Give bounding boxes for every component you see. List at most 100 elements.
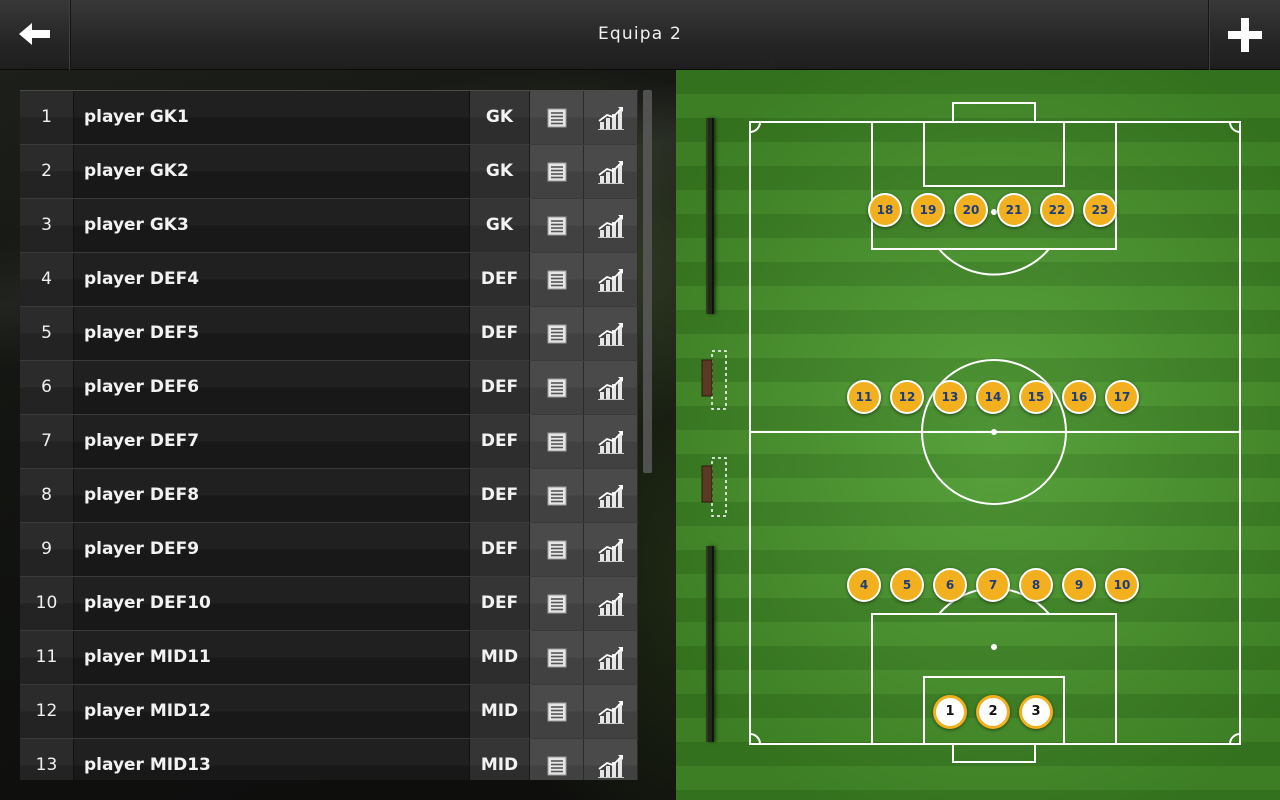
list-icon	[547, 648, 566, 667]
player-token[interactable]: 5	[890, 568, 924, 602]
player-token[interactable]: 6	[933, 568, 967, 602]
player-name: player DEF10	[74, 577, 470, 630]
player-position: DEF	[470, 523, 530, 576]
player-row[interactable]: 6 player DEF6 DEF	[20, 361, 638, 415]
stats-button[interactable]	[584, 739, 638, 780]
player-token[interactable]: 19	[911, 193, 945, 227]
bench-top	[706, 118, 714, 314]
list-icon	[547, 162, 566, 181]
stats-button[interactable]	[584, 145, 638, 198]
list-icon	[547, 432, 566, 451]
list-icon	[547, 108, 566, 127]
list-icon	[547, 378, 566, 397]
player-number: 11	[20, 631, 74, 684]
player-row[interactable]: 5 player DEF5 DEF	[20, 307, 638, 361]
player-token[interactable]: 20	[954, 193, 988, 227]
list-icon	[547, 594, 566, 613]
list-icon	[547, 324, 566, 343]
details-button[interactable]	[530, 577, 584, 630]
details-button[interactable]	[530, 145, 584, 198]
list-icon	[547, 216, 566, 235]
player-name: player GK3	[74, 199, 470, 252]
bench-bottom	[706, 546, 714, 742]
player-token[interactable]: 2	[976, 695, 1010, 729]
player-position: DEF	[470, 469, 530, 522]
player-position: DEF	[470, 577, 530, 630]
player-name: player DEF4	[74, 253, 470, 306]
stats-chart-icon	[597, 430, 624, 454]
stats-button[interactable]	[584, 631, 638, 684]
details-button[interactable]	[530, 415, 584, 468]
player-row[interactable]: 10 player DEF10 DEF	[20, 577, 638, 631]
stats-button[interactable]	[584, 307, 638, 360]
player-row[interactable]: 2 player GK2 GK	[20, 145, 638, 199]
player-row[interactable]: 7 player DEF7 DEF	[20, 415, 638, 469]
stats-chart-icon	[597, 322, 624, 346]
player-token[interactable]: 4	[847, 568, 881, 602]
stats-button[interactable]	[584, 361, 638, 414]
stats-chart-icon	[597, 214, 624, 238]
player-number: 7	[20, 415, 74, 468]
list-scrollbar[interactable]	[643, 90, 652, 473]
stats-button[interactable]	[584, 469, 638, 522]
details-button[interactable]	[530, 523, 584, 576]
player-row[interactable]: 11 player MID11 MID	[20, 631, 638, 685]
player-number: 6	[20, 361, 74, 414]
details-button[interactable]	[530, 361, 584, 414]
player-token[interactable]: 16	[1062, 380, 1096, 414]
player-token[interactable]: 1	[933, 695, 967, 729]
player-row[interactable]: 4 player DEF4 DEF	[20, 253, 638, 307]
player-number: 1	[20, 91, 74, 144]
player-token[interactable]: 12	[890, 380, 924, 414]
player-row[interactable]: 9 player DEF9 DEF	[20, 523, 638, 577]
stats-button[interactable]	[584, 415, 638, 468]
list-icon	[547, 486, 566, 505]
player-row[interactable]: 8 player DEF8 DEF	[20, 469, 638, 523]
stats-button[interactable]	[584, 685, 638, 738]
list-icon	[547, 540, 566, 559]
pitch-markings	[701, 102, 1241, 763]
stats-chart-icon	[597, 646, 624, 670]
player-token[interactable]: 10	[1105, 568, 1139, 602]
details-button[interactable]	[530, 91, 584, 144]
player-number: 8	[20, 469, 74, 522]
player-row[interactable]: 3 player GK3 GK	[20, 199, 638, 253]
player-token[interactable]: 3	[1019, 695, 1053, 729]
player-name: player MID12	[74, 685, 470, 738]
details-button[interactable]	[530, 253, 584, 306]
player-name: player GK2	[74, 145, 470, 198]
player-position: MID	[470, 685, 530, 738]
stats-chart-icon	[597, 592, 624, 616]
details-button[interactable]	[530, 631, 584, 684]
player-token[interactable]: 15	[1019, 380, 1053, 414]
stats-button[interactable]	[584, 577, 638, 630]
details-button[interactable]	[530, 685, 584, 738]
player-token[interactable]: 7	[976, 568, 1010, 602]
add-button[interactable]	[1209, 0, 1280, 70]
player-row[interactable]: 1 player GK1 GK	[20, 91, 638, 145]
player-token[interactable]: 23	[1083, 193, 1117, 227]
stats-button[interactable]	[584, 253, 638, 306]
player-token[interactable]: 8	[1019, 568, 1053, 602]
player-list[interactable]: 1 player GK1 GK 2 player GK2 GK 3 player…	[20, 90, 638, 780]
player-token[interactable]: 21	[997, 193, 1031, 227]
player-token[interactable]: 17	[1105, 380, 1139, 414]
player-position: GK	[470, 91, 530, 144]
player-name: player DEF5	[74, 307, 470, 360]
player-token[interactable]: 22	[1040, 193, 1074, 227]
stats-button[interactable]	[584, 91, 638, 144]
player-token[interactable]: 18	[868, 193, 902, 227]
player-token[interactable]: 9	[1062, 568, 1096, 602]
player-position: DEF	[470, 361, 530, 414]
stats-button[interactable]	[584, 523, 638, 576]
player-token[interactable]: 13	[933, 380, 967, 414]
details-button[interactable]	[530, 199, 584, 252]
stats-button[interactable]	[584, 199, 638, 252]
player-token[interactable]: 14	[976, 380, 1010, 414]
player-row[interactable]: 12 player MID12 MID	[20, 685, 638, 739]
details-button[interactable]	[530, 307, 584, 360]
details-button[interactable]	[530, 739, 584, 780]
player-token[interactable]: 11	[847, 380, 881, 414]
details-button[interactable]	[530, 469, 584, 522]
player-row[interactable]: 13 player MID13 MID	[20, 739, 638, 780]
